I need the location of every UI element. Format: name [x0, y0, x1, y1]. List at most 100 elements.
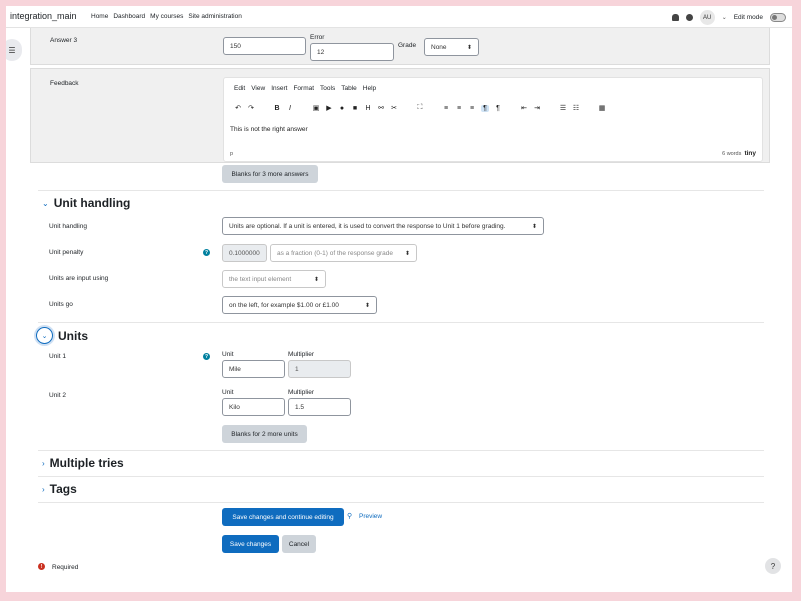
units-header[interactable]: ⌄ Units — [36, 327, 88, 344]
divider — [38, 476, 764, 477]
divider — [38, 322, 764, 323]
numbered-list-icon[interactable]: ☷ — [572, 104, 580, 112]
editor-menubar: Edit View Insert Format Tools Table Help — [234, 85, 376, 92]
divider — [38, 502, 764, 503]
outdent-icon[interactable]: ⇤ — [520, 104, 528, 112]
unit-2-label: Unit 2 — [49, 392, 66, 399]
preview-link[interactable]: Preview — [359, 513, 382, 520]
calculator-icon[interactable]: ▦ — [598, 104, 606, 112]
indent-icon[interactable]: ⇥ — [533, 104, 541, 112]
chevron-right-icon: › — [42, 484, 45, 494]
grade-select-value: None — [431, 43, 447, 51]
rtl-icon[interactable]: ¶ — [494, 105, 502, 112]
menu-format[interactable]: Format — [293, 85, 314, 92]
redo-icon[interactable]: ↷ — [247, 104, 255, 112]
nav-site-administration[interactable]: Site administration — [188, 13, 241, 20]
bold-icon[interactable]: B — [273, 105, 281, 112]
align-left-icon[interactable]: ≡ — [442, 105, 450, 112]
list-icon: ☰ — [8, 45, 16, 55]
bell-icon[interactable] — [671, 14, 679, 21]
editor-toolbar: ↶ ↷ B I ▣ ▶ ● ■ H ⚯ ✂ ⛶ ≡ ≡ ≡ ¶ ¶ ⇤ ⇥ ☰ … — [234, 104, 606, 112]
primary-navigation: Home Dashboard My courses Site administr… — [91, 13, 242, 20]
edit-mode-label: Edit mode — [733, 14, 763, 21]
align-right-icon[interactable]: ≡ — [468, 105, 476, 112]
ltr-icon[interactable]: ¶ — [481, 104, 489, 112]
edit-mode-toggle[interactable] — [770, 13, 786, 22]
cancel-button[interactable]: Cancel — [282, 535, 316, 553]
multiple-tries-header[interactable]: › Multiple tries — [42, 456, 124, 470]
unit-column-label: Unit — [222, 389, 234, 396]
unlink-icon[interactable]: ✂ — [390, 104, 398, 112]
feedback-box: Feedback Edit View Insert Format Tools T… — [30, 68, 770, 163]
units-go-select[interactable]: on the left, for example $1.00 or £1.00 … — [222, 296, 377, 314]
chat-icon[interactable] — [685, 14, 693, 21]
menu-tools[interactable]: Tools — [320, 85, 335, 92]
help-icon[interactable]: ? — [203, 353, 210, 360]
unit-handling-value: Units are optional. If a unit is entered… — [229, 222, 506, 230]
divider — [38, 190, 764, 191]
editor-content[interactable]: This is not the right answer — [230, 126, 308, 133]
units-input-select: the text input element ⬍ — [222, 270, 326, 288]
fullscreen-icon[interactable]: ⛶ — [416, 104, 424, 112]
unit-handling-title: Unit handling — [53, 196, 131, 210]
chevron-updown-icon: ⬍ — [531, 223, 537, 230]
multiplier-column-label: Multiplier — [288, 389, 315, 396]
answer-3-box: Answer 3 150 Error 12 Grade None ⬍ — [30, 28, 770, 65]
units-input-label: Units are input using — [49, 275, 109, 282]
h5p-icon[interactable]: H — [364, 105, 372, 112]
tags-header[interactable]: › Tags — [42, 482, 77, 496]
italic-icon[interactable]: I — [286, 105, 294, 112]
image-icon[interactable]: ▣ — [312, 104, 320, 112]
blanks-more-units-button[interactable]: Blanks for 2 more units — [222, 425, 307, 443]
unit-handling-header[interactable]: ⌄ Unit handling — [42, 196, 130, 210]
grade-select[interactable]: None ⬍ — [424, 38, 479, 56]
word-count: 6 words — [722, 151, 742, 157]
avatar[interactable]: AU — [699, 10, 715, 25]
course-index-drawer-toggle[interactable]: ☰ — [6, 39, 22, 61]
error-input[interactable]: 12 — [310, 43, 394, 61]
chevron-down-icon: ⌄ — [36, 327, 53, 344]
menu-view[interactable]: View — [251, 85, 265, 92]
menu-table[interactable]: Table — [341, 85, 357, 92]
required-legend: Required — [52, 564, 79, 571]
help-icon[interactable]: ? — [203, 249, 210, 256]
link-icon[interactable]: ⚯ — [377, 104, 385, 112]
nav-my-courses[interactable]: My courses — [150, 13, 183, 20]
microphone-icon[interactable]: ● — [338, 105, 346, 112]
unit-penalty-label: Unit penalty — [49, 249, 84, 256]
chevron-down-icon[interactable]: ⌄ — [722, 14, 727, 21]
menu-help[interactable]: Help — [363, 85, 376, 92]
unit-penalty-mode-select: as a fraction (0-1) of the response grad… — [270, 244, 417, 262]
divider — [38, 450, 764, 451]
multiplier-column-label: Multiplier — [288, 351, 315, 358]
video-icon[interactable]: ■ — [351, 105, 359, 112]
unit-2-multiplier-input[interactable]: 1.5 — [288, 398, 351, 416]
undo-icon[interactable]: ↶ — [234, 104, 242, 112]
unit-2-input[interactable]: Kilo — [222, 398, 285, 416]
nav-dashboard[interactable]: Dashboard — [113, 13, 145, 20]
units-go-value: on the left, for example $1.00 or £1.00 — [229, 301, 339, 309]
search-icon: ⚲ — [347, 513, 353, 520]
save-changes-button[interactable]: Save changes — [222, 535, 279, 553]
units-go-label: Units go — [49, 301, 73, 308]
unit-1-input[interactable]: Mile — [222, 360, 285, 378]
answer-3-input[interactable]: 150 — [223, 37, 306, 55]
nav-home[interactable]: Home — [91, 13, 108, 20]
tags-title: Tags — [49, 482, 77, 496]
media-icon[interactable]: ▶ — [325, 104, 333, 112]
help-button[interactable]: ? — [765, 558, 781, 574]
unit-handling-label: Unit handling — [49, 223, 87, 230]
tiny-logo[interactable]: tiny — [744, 150, 756, 157]
menu-insert[interactable]: Insert — [271, 85, 287, 92]
top-navbar: integration_main Home Dashboard My cours… — [6, 6, 792, 28]
editor-statusbar: p 6 words tiny — [230, 150, 756, 157]
menu-edit[interactable]: Edit — [234, 85, 245, 92]
bullet-list-icon[interactable]: ☰ — [559, 104, 567, 112]
chevron-down-icon: ⌄ — [42, 198, 49, 208]
unit-handling-select[interactable]: Units are optional. If a unit is entered… — [222, 217, 544, 235]
answer-3-label: Answer 3 — [50, 37, 78, 44]
align-center-icon[interactable]: ≡ — [455, 105, 463, 112]
blanks-more-answers-button[interactable]: Blanks for 3 more answers — [222, 165, 318, 183]
save-and-continue-button[interactable]: Save changes and continue editing — [222, 508, 344, 526]
site-brand[interactable]: integration_main — [10, 11, 77, 21]
